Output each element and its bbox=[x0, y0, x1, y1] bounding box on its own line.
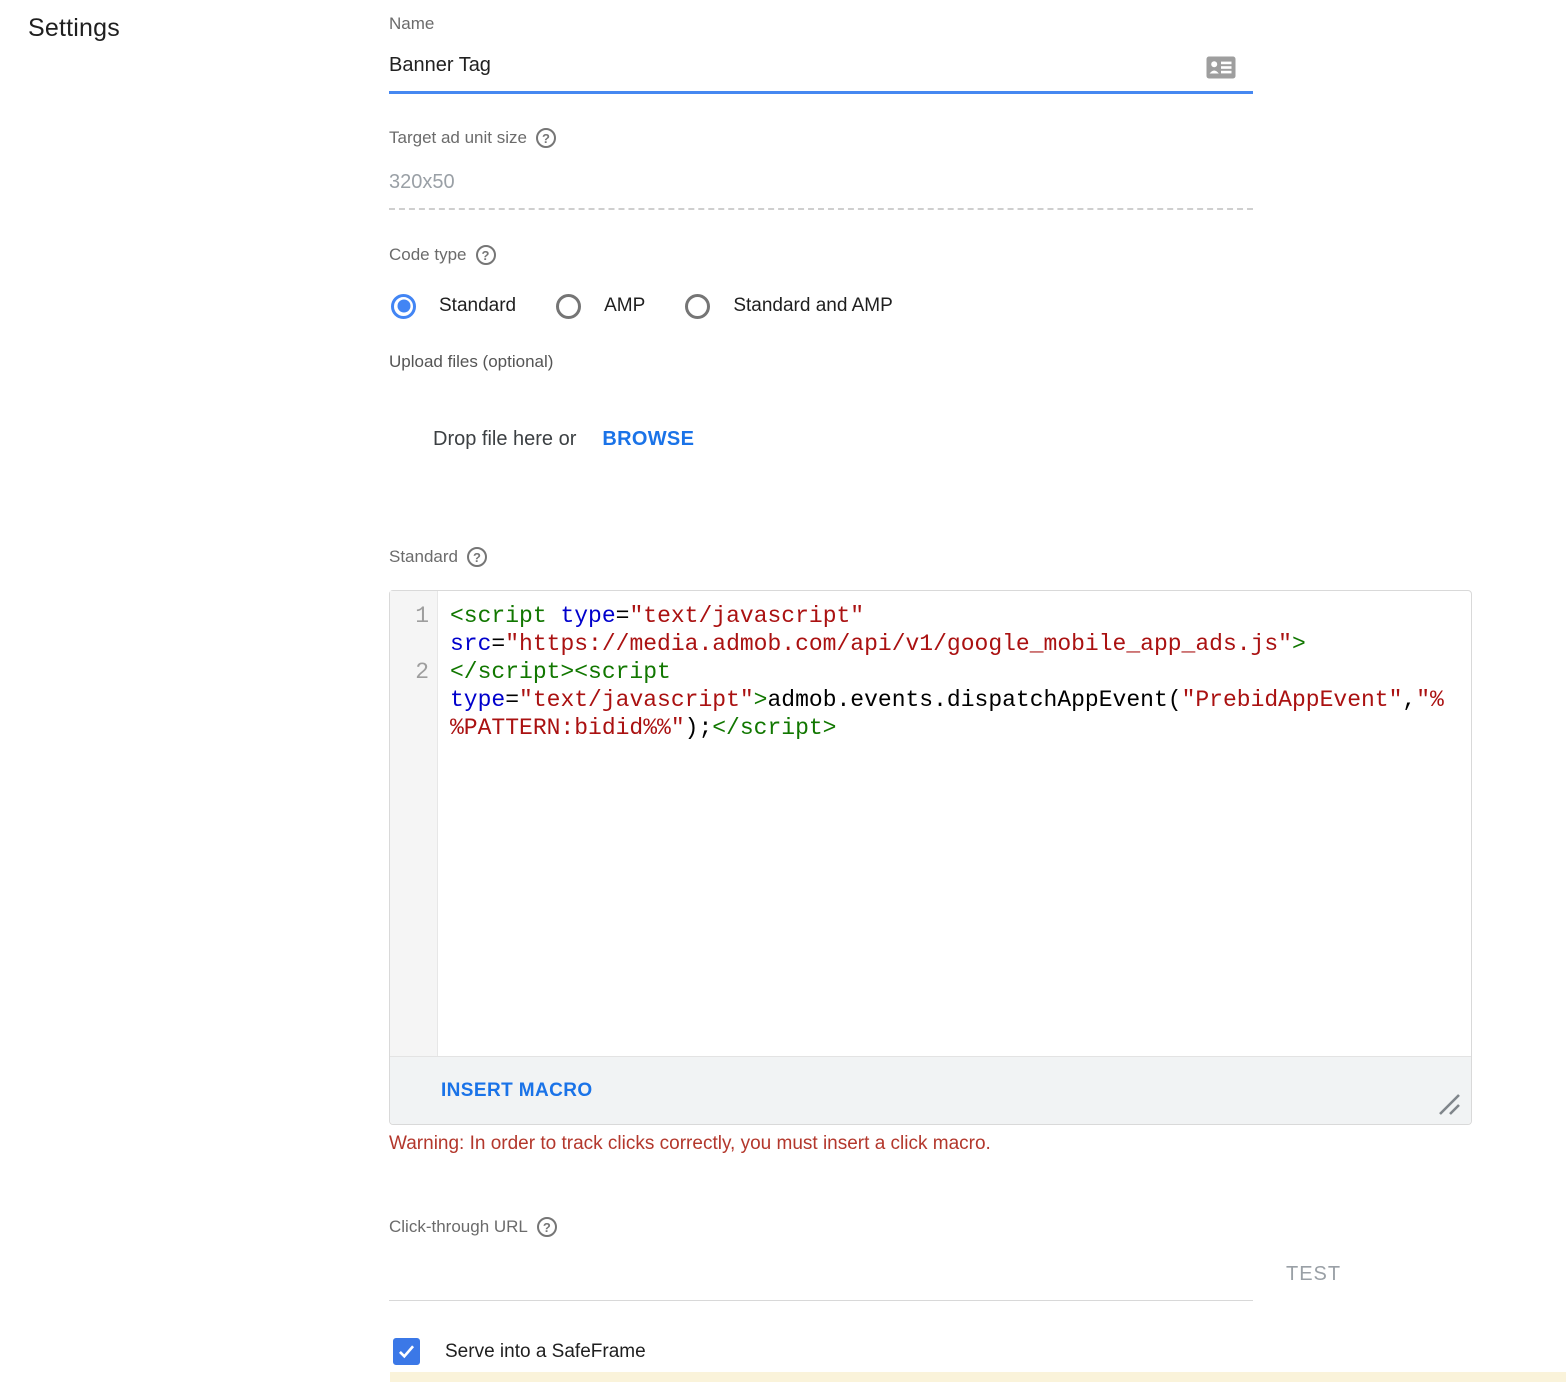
help-icon[interactable]: ? bbox=[536, 128, 556, 148]
contact-card-icon bbox=[1206, 56, 1236, 79]
browse-button[interactable]: BROWSE bbox=[602, 428, 694, 451]
target-ad-unit-size-label: Target ad unit size ? bbox=[389, 128, 556, 148]
help-icon[interactable]: ? bbox=[537, 1217, 557, 1237]
page-title: Settings bbox=[28, 14, 120, 43]
radio-option-amp[interactable]: AMP bbox=[556, 294, 645, 319]
upload-files-label: Upload files (optional) bbox=[389, 352, 553, 372]
safeframe-label: Serve into a SafeFrame bbox=[445, 1341, 646, 1363]
click-through-url-underline bbox=[389, 1300, 1253, 1301]
click-macro-warning: Warning: In order to track clicks correc… bbox=[389, 1133, 991, 1155]
help-icon[interactable]: ? bbox=[467, 547, 487, 567]
safeframe-checkbox[interactable] bbox=[393, 1338, 420, 1365]
radio-icon bbox=[556, 294, 581, 319]
radio-icon bbox=[685, 294, 710, 319]
radio-icon bbox=[391, 294, 416, 319]
click-through-url-input[interactable] bbox=[389, 1252, 1253, 1300]
settings-page: Settings Name Banner Tag Target ad unit … bbox=[0, 0, 1566, 1382]
test-button[interactable]: TEST bbox=[1286, 1263, 1341, 1286]
radio-label: AMP bbox=[604, 295, 645, 317]
radio-option-standard[interactable]: Standard bbox=[391, 294, 516, 319]
code-type-label: Code type ? bbox=[389, 245, 496, 265]
radio-option-standard-and-amp[interactable]: Standard and AMP bbox=[685, 294, 893, 319]
checkmark-icon bbox=[396, 1341, 417, 1362]
insert-macro-button[interactable]: INSERT MACRO bbox=[441, 1080, 593, 1102]
target-ad-unit-size-underline bbox=[389, 208, 1253, 210]
line-number: 1 bbox=[390, 602, 438, 658]
code-content: 1 <script type="text/javascript"src="htt… bbox=[390, 591, 1471, 742]
code-editor-footer: INSERT MACRO bbox=[390, 1056, 1471, 1124]
code-type-text: Code type bbox=[389, 245, 467, 265]
target-ad-unit-size-text: Target ad unit size bbox=[389, 128, 527, 148]
click-through-url-label: Click-through URL ? bbox=[389, 1217, 557, 1237]
name-input-underline bbox=[389, 91, 1253, 94]
name-input[interactable]: Banner Tag bbox=[389, 54, 491, 77]
code-line: 2 </script><scripttype="text/javascript"… bbox=[390, 658, 1471, 742]
code-editor: 1 <script type="text/javascript"src="htt… bbox=[389, 590, 1472, 1125]
code-line-text: <script type="text/javascript"src="https… bbox=[438, 602, 1306, 658]
drop-file-text: Drop file here or bbox=[433, 428, 576, 451]
notice-bar bbox=[390, 1372, 1566, 1382]
file-drop-zone[interactable]: Drop file here or BROWSE bbox=[433, 428, 694, 451]
help-icon[interactable]: ? bbox=[476, 245, 496, 265]
click-through-url-text: Click-through URL bbox=[389, 1217, 528, 1237]
name-label: Name bbox=[389, 14, 434, 34]
code-editor-textarea[interactable]: 1 <script type="text/javascript"src="htt… bbox=[390, 591, 1471, 1056]
code-type-radio-group: Standard AMP Standard and AMP bbox=[391, 291, 893, 321]
safeframe-row[interactable]: Serve into a SafeFrame bbox=[393, 1338, 646, 1365]
radio-label: Standard and AMP bbox=[733, 295, 893, 317]
target-ad-unit-size-value: 320x50 bbox=[389, 171, 455, 194]
standard-code-text: Standard bbox=[389, 547, 458, 567]
standard-code-label: Standard ? bbox=[389, 547, 487, 567]
code-line-text: </script><scripttype="text/javascript">a… bbox=[438, 658, 1444, 742]
code-line: 1 <script type="text/javascript"src="htt… bbox=[390, 602, 1471, 658]
line-number: 2 bbox=[390, 658, 438, 742]
radio-label: Standard bbox=[439, 295, 516, 317]
resize-handle-icon[interactable] bbox=[1434, 1089, 1462, 1117]
